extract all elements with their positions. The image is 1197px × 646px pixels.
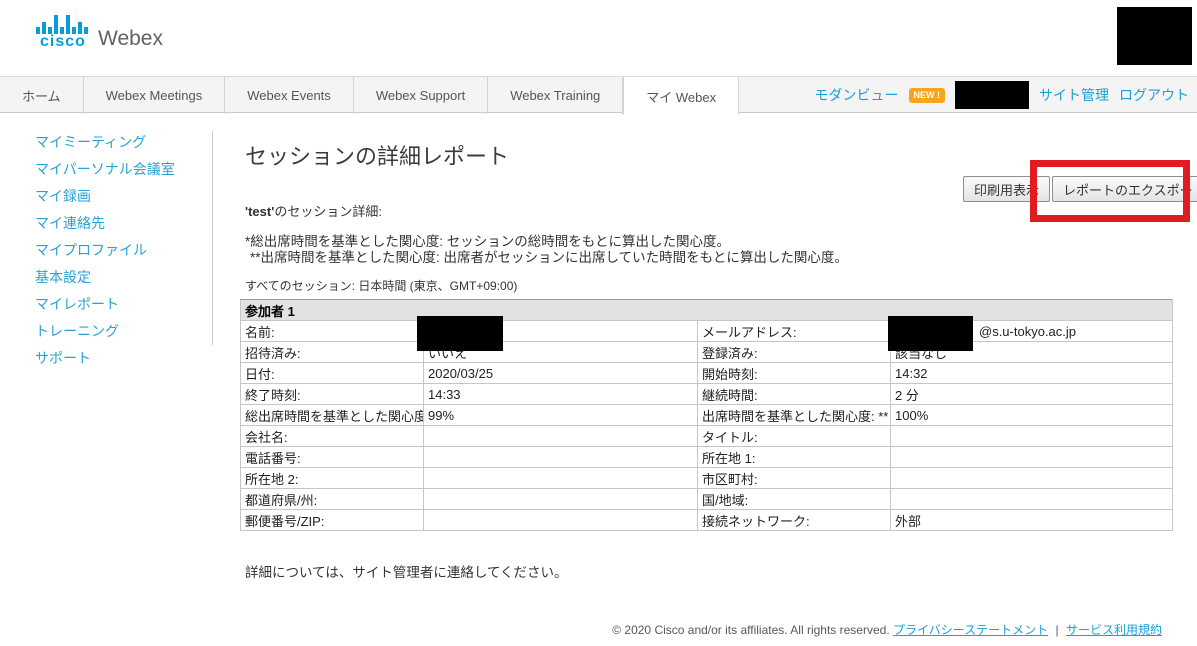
footer-separator: | [1056,623,1059,637]
nav-utility-links: モダンビュー NEW ! サイト管理 ログアウト [815,77,1190,113]
sidebar-item-my-reports[interactable]: マイレポート [0,293,212,320]
cisco-wordmark: cisco [40,34,86,50]
attendance-note-2: **出席時間を基準とした関心度: 出席者がセッションに出席していた時間をもとに算… [250,246,848,266]
session-intro: 'test'のセッション詳細: [245,201,382,220]
webex-wordmark: Webex [98,28,163,50]
print-view-button[interactable]: 印刷用表示 [963,176,1050,202]
page-title: セッションの詳細レポート [245,139,509,171]
table-section-header: 参加者 1 [241,300,1173,321]
sidebar-item-my-contacts[interactable]: マイ連絡先 [0,212,212,239]
table-row: 総出席時間を基準とした関心度: * 99% 出席時間を基準とした関心度: ** … [241,405,1173,426]
sidebar-item-support[interactable]: サポート [0,347,212,374]
cisco-bars-icon [36,14,90,34]
cisco-logo: cisco [36,14,90,50]
sidebar-item-personal-room[interactable]: マイパーソナル会議室 [0,158,212,185]
table-row: 都道府県/州: 国/地域: [241,489,1173,510]
table-row: 名前: メールアドレス: @s.u-tokyo.ac.jp [241,321,1173,342]
table-row: 所在地 2: 市区町村: [241,468,1173,489]
tab-webex-events[interactable]: Webex Events [225,77,354,114]
new-badge: NEW ! [909,88,946,103]
table-row: 終了時刻: 14:33 継続時間: 2 分 [241,384,1173,405]
participant-detail-table: 参加者 1 名前: メールアドレス: @s.u-tokyo.ac.jp 招待済み… [240,299,1173,531]
redaction-box-email [888,316,973,351]
sidebar-item-preferences[interactable]: 基本設定 [0,266,212,293]
table-row: 日付: 2020/03/25 開始時刻: 14:32 [241,363,1173,384]
logout-link[interactable]: ログアウト [1119,85,1189,105]
timezone-note: すべてのセッション: 日本時間 (東京、GMT+09:00) [245,277,517,294]
session-name: 'test' [245,204,274,219]
site-admin-link[interactable]: サイト管理 [1039,85,1109,105]
privacy-statement-link[interactable]: プライバシーステートメント [893,623,1048,637]
redaction-box-username [955,81,1029,109]
footer: © 2020 Cisco and/or its affiliates. All … [0,621,1162,638]
terms-of-service-link[interactable]: サービス利用規約 [1066,623,1162,637]
top-navigation-bar: ホーム Webex Meetings Webex Events Webex Su… [0,76,1197,113]
sidebar-item-my-profile[interactable]: マイプロファイル [0,239,212,266]
copyright-text: © 2020 Cisco and/or its affiliates. All … [612,623,889,637]
redaction-box-name [417,316,503,351]
sidebar-item-my-meetings[interactable]: マイミーティング [0,131,212,158]
sidebar-divider [212,131,213,345]
table-row: 郵便番号/ZIP: 接続ネットワーク: 外部 [241,510,1173,531]
modern-view-link[interactable]: モダンビュー [815,85,899,105]
webex-session-report-page: cisco Webex ホーム Webex Meetings Webex Eve… [0,0,1197,646]
contact-admin-note: 詳細については、サイト管理者に連絡してください。 [245,561,568,581]
table-row: 招待済み: いいえ 登録済み: 該当なし [241,342,1173,363]
nav-tabs: ホーム Webex Meetings Webex Events Webex Su… [0,77,739,114]
tab-webex-training[interactable]: Webex Training [488,77,623,114]
tab-my-webex[interactable]: マイ Webex [623,77,739,115]
sidebar-menu: マイミーティング マイパーソナル会議室 マイ録画 マイ連絡先 マイプロファイル … [0,131,212,374]
export-report-button[interactable]: レポートのエクスポート [1052,176,1197,202]
participant-header: 参加者 1 [241,300,1173,321]
tab-webex-support[interactable]: Webex Support [354,77,488,114]
sidebar-item-my-recordings[interactable]: マイ録画 [0,185,212,212]
tab-webex-meetings[interactable]: Webex Meetings [84,77,226,114]
table-row: 会社名: タイトル: [241,426,1173,447]
tab-home[interactable]: ホーム [0,77,84,114]
sidebar-item-training[interactable]: トレーニング [0,320,212,347]
cisco-webex-logo: cisco Webex [36,14,163,50]
redaction-box-corner [1117,7,1192,65]
table-row: 電話番号: 所在地 1: [241,447,1173,468]
